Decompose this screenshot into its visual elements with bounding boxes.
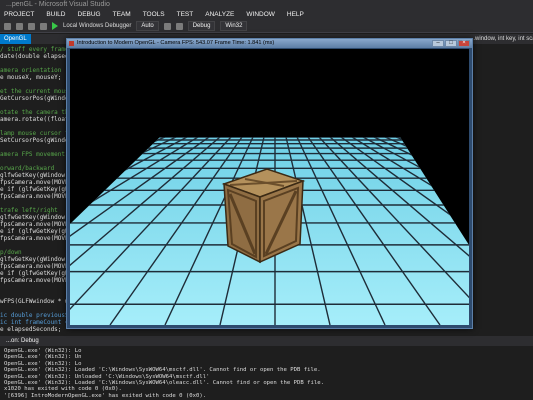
wooden-crate bbox=[221, 168, 306, 264]
menu-item-help[interactable]: HELP bbox=[287, 10, 304, 20]
right-code-fragment: ...window, int key, int scancode, bbox=[470, 36, 533, 42]
minimize-button[interactable]: – bbox=[432, 40, 444, 47]
code-line: e elapsedSeconds; bbox=[0, 326, 62, 333]
vs-toolbar: Local Windows Debugger Auto Debug Win32 bbox=[0, 20, 533, 33]
output-line: '[6396] IntroModernOpenGL.exe' has exite… bbox=[4, 392, 207, 399]
toolbar-icon[interactable] bbox=[163, 22, 171, 30]
auto-combo[interactable]: Auto bbox=[136, 21, 159, 31]
forward-icon[interactable] bbox=[16, 22, 23, 30]
menu-item-test[interactable]: TEST bbox=[177, 10, 194, 20]
vs-title-bar: ...penGL - Microsoft Visual Studio bbox=[0, 0, 533, 10]
menu-item-tools[interactable]: TOOLS bbox=[143, 10, 165, 20]
doc-tab-opengl[interactable]: OpenGL bbox=[0, 34, 31, 44]
undo-icon[interactable] bbox=[40, 22, 47, 30]
vs-menu-bar: PROJECT BUILD DEBUG TEAM TOOLS TEST ANALYZE WIN… bbox=[0, 10, 533, 20]
back-icon[interactable] bbox=[4, 22, 11, 30]
menu-item-window[interactable]: WINDOW bbox=[246, 10, 275, 20]
code-line: e mouseX, mouseY; bbox=[0, 74, 62, 81]
start-debug-icon[interactable] bbox=[52, 22, 58, 30]
save-icon[interactable] bbox=[28, 22, 35, 30]
menu-item-analyze[interactable]: ANALYZE bbox=[205, 10, 234, 20]
maximize-button[interactable]: □ bbox=[445, 40, 457, 47]
output-panel-header: ...on: Debug bbox=[0, 336, 533, 346]
menu-item-debug[interactable]: DEBUG bbox=[78, 10, 101, 20]
menu-item-project[interactable]: PROJECT bbox=[4, 10, 34, 20]
menu-item-team[interactable]: TEAM bbox=[113, 10, 131, 20]
menu-item-build[interactable]: BUILD bbox=[46, 10, 65, 20]
render-viewport[interactable] bbox=[70, 49, 469, 325]
app-icon bbox=[69, 41, 74, 46]
app-title-bar[interactable]: Introduction to Modern OpenGL - Camera F… bbox=[67, 39, 472, 48]
scene-svg bbox=[70, 49, 469, 325]
opengl-app-window[interactable]: Introduction to Modern OpenGL - Camera F… bbox=[66, 38, 473, 329]
toolbar-icon[interactable] bbox=[175, 22, 183, 30]
output-panel: OpenGL.exe' (Win32): Lo OpenGL.exe' (Win3… bbox=[0, 346, 533, 400]
configuration-combo[interactable]: Debug bbox=[187, 21, 216, 31]
app-title-text: Introduction to Modern OpenGL - Camera F… bbox=[77, 40, 275, 46]
platform-combo[interactable]: Win32 bbox=[220, 21, 248, 31]
close-button[interactable]: × bbox=[458, 40, 470, 47]
code-line: amera FPS movement bbox=[0, 151, 66, 158]
debugger-label[interactable]: Local Windows Debugger bbox=[63, 23, 131, 29]
vs-title-text: ...penGL - Microsoft Visual Studio bbox=[6, 1, 110, 8]
